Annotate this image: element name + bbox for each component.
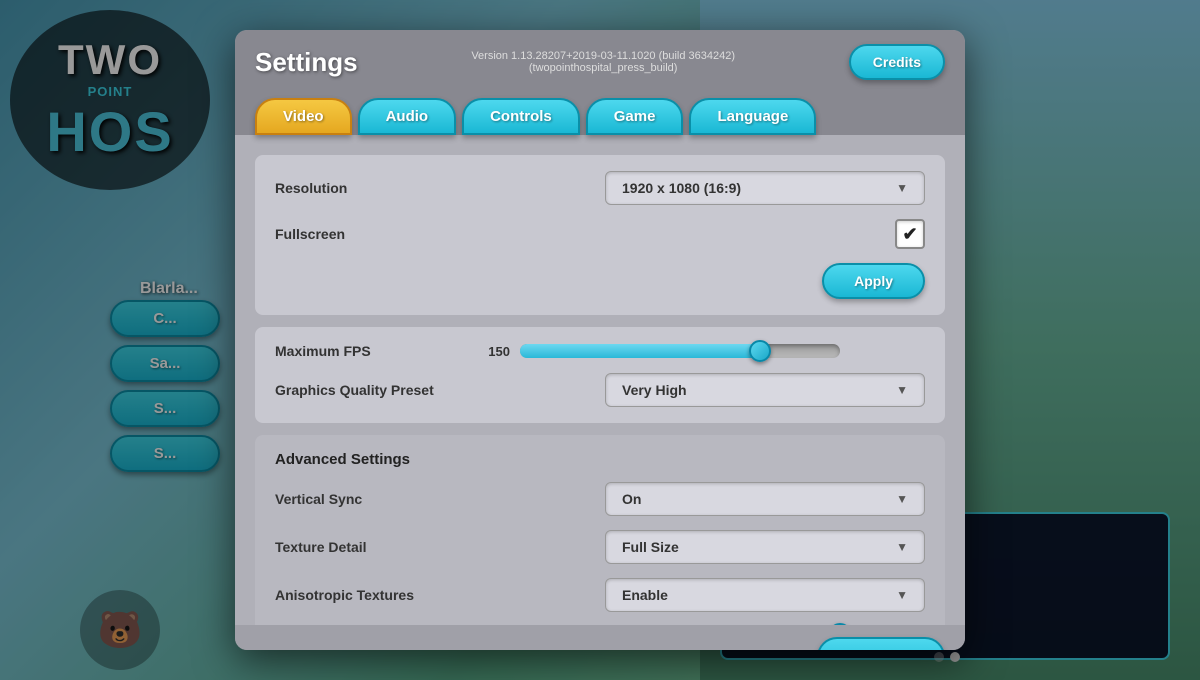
graphics-quality-label: Graphics Quality Preset — [275, 382, 475, 398]
modal-title: Settings — [255, 47, 358, 78]
graphics-quality-control: Very High ▼ — [475, 373, 925, 407]
vertical-sync-dropdown-arrow: ▼ — [896, 492, 908, 506]
resolution-label: Resolution — [275, 180, 475, 196]
tab-audio[interactable]: Audio — [358, 98, 457, 135]
quality-section: Maximum FPS 150 Graphics Quality Preset — [255, 327, 945, 423]
resolution-dropdown[interactable]: 1920 x 1080 (16:9) ▼ — [605, 171, 925, 205]
advanced-settings-title: Advanced Settings — [275, 451, 925, 468]
tab-controls[interactable]: Controls — [462, 98, 580, 135]
fps-label: Maximum FPS — [275, 343, 475, 359]
graphics-quality-dropdown-arrow: ▼ — [896, 383, 908, 397]
checkbox-check-icon: ✔ — [902, 224, 917, 245]
tab-language[interactable]: Language — [689, 98, 816, 135]
tab-game[interactable]: Game — [586, 98, 684, 135]
resolution-value: 1920 x 1080 (16:9) — [622, 180, 741, 196]
fps-slider-track[interactable] — [520, 344, 840, 358]
credits-button[interactable]: Credits — [849, 44, 945, 80]
resolution-control: 1920 x 1080 (16:9) ▼ — [475, 171, 925, 205]
fullscreen-row: Fullscreen ✔ — [275, 219, 925, 249]
texture-detail-dropdown-arrow: ▼ — [896, 540, 908, 554]
tab-bar: Video Audio Controls Game Language — [235, 90, 965, 135]
vertical-sync-row: Vertical Sync On ▼ — [275, 482, 925, 516]
graphics-quality-row: Graphics Quality Preset Very High ▼ — [275, 373, 925, 407]
resolution-dropdown-arrow: ▼ — [896, 181, 908, 195]
texture-detail-row: Texture Detail Full Size ▼ — [275, 530, 925, 564]
texture-detail-value: Full Size — [622, 539, 679, 555]
texture-detail-control: Full Size ▼ — [475, 530, 925, 564]
fps-row: Maximum FPS 150 — [275, 343, 925, 359]
fullscreen-checkbox[interactable]: ✔ — [895, 219, 925, 249]
graphics-quality-dropdown[interactable]: Very High ▼ — [605, 373, 925, 407]
version-text: Version 1.13.28207+2019-03-11.1020 (buil… — [471, 50, 735, 74]
vertical-sync-dropdown[interactable]: On ▼ — [605, 482, 925, 516]
anisotropic-row: Anisotropic Textures Enable ▼ — [275, 578, 925, 612]
ok-button[interactable]: OK — [817, 637, 945, 650]
texture-detail-label: Texture Detail — [275, 539, 475, 555]
modal-footer: OK — [235, 625, 965, 650]
anisotropic-label: Anisotropic Textures — [275, 587, 475, 603]
modal-overlay: Settings Version 1.13.28207+2019-03-11.1… — [0, 0, 1200, 680]
fps-slider-container: 150 — [475, 344, 925, 359]
vertical-sync-control: On ▼ — [475, 482, 925, 516]
modal-header: Settings Version 1.13.28207+2019-03-11.1… — [235, 30, 965, 90]
vertical-sync-value: On — [622, 491, 641, 507]
fps-slider-thumb[interactable] — [749, 340, 771, 362]
fps-slider-fill — [520, 344, 760, 358]
settings-modal: Settings Version 1.13.28207+2019-03-11.1… — [235, 30, 965, 650]
advanced-settings-section: Advanced Settings Vertical Sync On ▼ Tex… — [255, 435, 945, 625]
anisotropic-dropdown-arrow: ▼ — [896, 588, 908, 602]
version-info: Version 1.13.28207+2019-03-11.1020 (buil… — [358, 50, 849, 74]
fullscreen-label: Fullscreen — [275, 226, 475, 242]
fps-value: 150 — [475, 344, 510, 359]
fullscreen-control: ✔ — [475, 219, 925, 249]
texture-detail-dropdown[interactable]: Full Size ▼ — [605, 530, 925, 564]
apply-button[interactable]: Apply — [822, 263, 925, 299]
anisotropic-value: Enable — [622, 587, 668, 603]
anisotropic-control: Enable ▼ — [475, 578, 925, 612]
tab-video[interactable]: Video — [255, 98, 352, 135]
resolution-row: Resolution 1920 x 1080 (16:9) ▼ — [275, 171, 925, 205]
vertical-sync-label: Vertical Sync — [275, 491, 475, 507]
graphics-quality-value: Very High — [622, 382, 687, 398]
modal-body: Resolution 1920 x 1080 (16:9) ▼ Fullscre… — [235, 135, 965, 625]
display-section: Resolution 1920 x 1080 (16:9) ▼ Fullscre… — [255, 155, 945, 315]
anisotropic-dropdown[interactable]: Enable ▼ — [605, 578, 925, 612]
